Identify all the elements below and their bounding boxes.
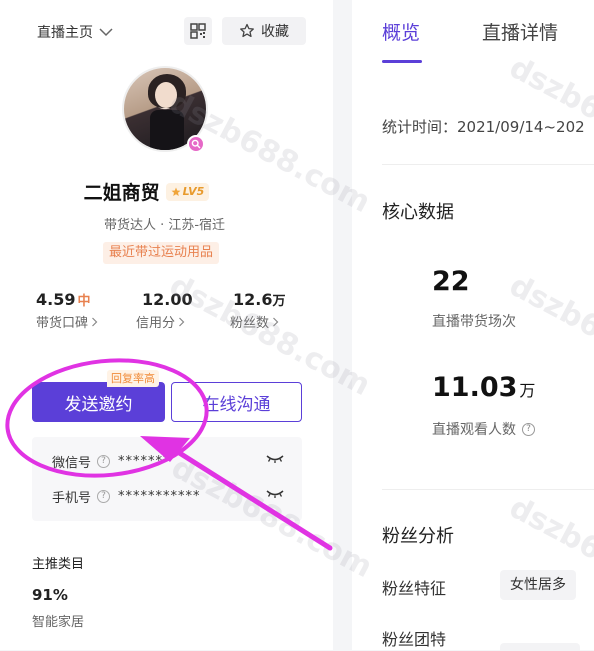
qr-code-icon (190, 23, 206, 39)
fan-group-label: 粉丝团特 (382, 630, 447, 649)
name-row: 二姐商贸 LV5 (0, 178, 333, 205)
streamer-name: 二姐商贸 (83, 182, 160, 204)
viewers-value: 11.03 (432, 372, 518, 403)
stat-fans-label: 粉丝数 (230, 316, 270, 331)
eye-closed-icon[interactable] (266, 453, 284, 465)
tab-live-details[interactable]: 直播详情 (482, 18, 558, 45)
live-sessions-label-text: 直播带货场次 (432, 314, 516, 330)
stat-credit[interactable]: 12.00 信用分 (136, 290, 193, 331)
main-category-title: 主推类目 (32, 557, 85, 572)
stat-time-range: 统计时间：2021/09/14~202 (382, 118, 585, 136)
viewers-label-text: 直播观看人数 (432, 422, 516, 438)
fan-feature-tag: 女性居多 (500, 570, 576, 600)
phone-row: 手机号 ? *********** (52, 485, 284, 507)
stat-credit-label: 信用分 (136, 316, 176, 331)
qr-code-button[interactable] (184, 17, 212, 45)
chevron-right-icon (179, 317, 185, 326)
chevron-right-icon (92, 317, 98, 326)
stat-reputation-grade: 中 (77, 294, 91, 309)
help-icon[interactable]: ? (522, 422, 535, 436)
viewers-label: 直播观看人数? (432, 419, 535, 439)
fan-feature-label: 粉丝特征 (382, 579, 447, 598)
eye-closed-icon[interactable] (266, 488, 284, 500)
stat-fans[interactable]: 12.6万 粉丝数 (230, 290, 286, 331)
help-icon[interactable]: ? (97, 489, 111, 503)
wechat-label: 微信号 (52, 455, 92, 471)
divider (382, 489, 594, 490)
tab-bar: 概览 直播详情 (352, 0, 594, 64)
level-text: LV5 (182, 185, 205, 198)
recent-category-tag: 最近带过运动用品 (103, 242, 220, 264)
overview-card: 统计时间：2021/09/14~202 核心数据 22 直播带货场次 11.03… (352, 84, 594, 651)
live-sessions-value: 22 (432, 266, 470, 297)
star-icon (171, 187, 181, 196)
avatar-dress (150, 110, 184, 150)
live-sessions-label: 直播带货场次 (432, 311, 516, 331)
divider (382, 164, 594, 165)
tab-overview[interactable]: 概览 (382, 18, 420, 45)
fans-analysis-title: 粉丝分析 (382, 526, 454, 547)
star-icon (240, 23, 254, 38)
core-data-title: 核心数据 (382, 202, 454, 223)
phone-value: *********** (118, 488, 201, 504)
wechat-row: 微信号 ? ******* (52, 450, 284, 472)
chevron-down-icon (99, 28, 113, 37)
contact-info-box: 微信号 ? ******* 手机号 ? *********** (32, 437, 302, 521)
reply-rate-tag: 回复率高 (107, 370, 159, 387)
platform-badge-icon (187, 135, 205, 153)
favorite-button[interactable]: 收藏 (222, 17, 306, 45)
stat-fans-unit: 万 (272, 294, 286, 309)
stat-reputation-value: 4.59 (36, 290, 76, 309)
search-icon (191, 139, 201, 149)
avatar-face (155, 82, 177, 108)
stat-reputation-label: 带货口碑 (36, 316, 89, 331)
main-category-percent: 91% (32, 586, 68, 604)
stat-reputation[interactable]: 4.59 中 带货口碑 (36, 290, 98, 331)
online-chat-button[interactable]: 在线沟通 (171, 382, 302, 422)
viewers-value-wrap: 11.03 万 (432, 372, 535, 403)
stat-credit-value: 12.00 (142, 290, 193, 309)
favorite-label: 收藏 (261, 24, 289, 40)
phone-label: 手机号 (52, 490, 92, 506)
wechat-value: ******* (118, 453, 171, 469)
help-icon[interactable]: ? (97, 454, 111, 468)
live-home-dropdown[interactable]: 直播主页 (37, 22, 113, 42)
stat-fans-value: 12.6 (233, 290, 273, 309)
viewers-unit: 万 (519, 381, 536, 400)
send-invite-button[interactable]: 发送邀约 (32, 382, 165, 422)
stats-row: 4.59 中 带货口碑 12.00 信用分 12.6万 粉丝数 (36, 290, 296, 334)
streamer-subtitle: 带货达人 · 江苏-宿迁 (103, 218, 226, 233)
live-home-label: 直播主页 (37, 25, 93, 41)
main-category-name: 智能家居 (32, 615, 85, 630)
level-badge: LV5 (165, 182, 210, 201)
chevron-right-icon (273, 317, 279, 326)
active-tab-indicator (382, 60, 422, 63)
